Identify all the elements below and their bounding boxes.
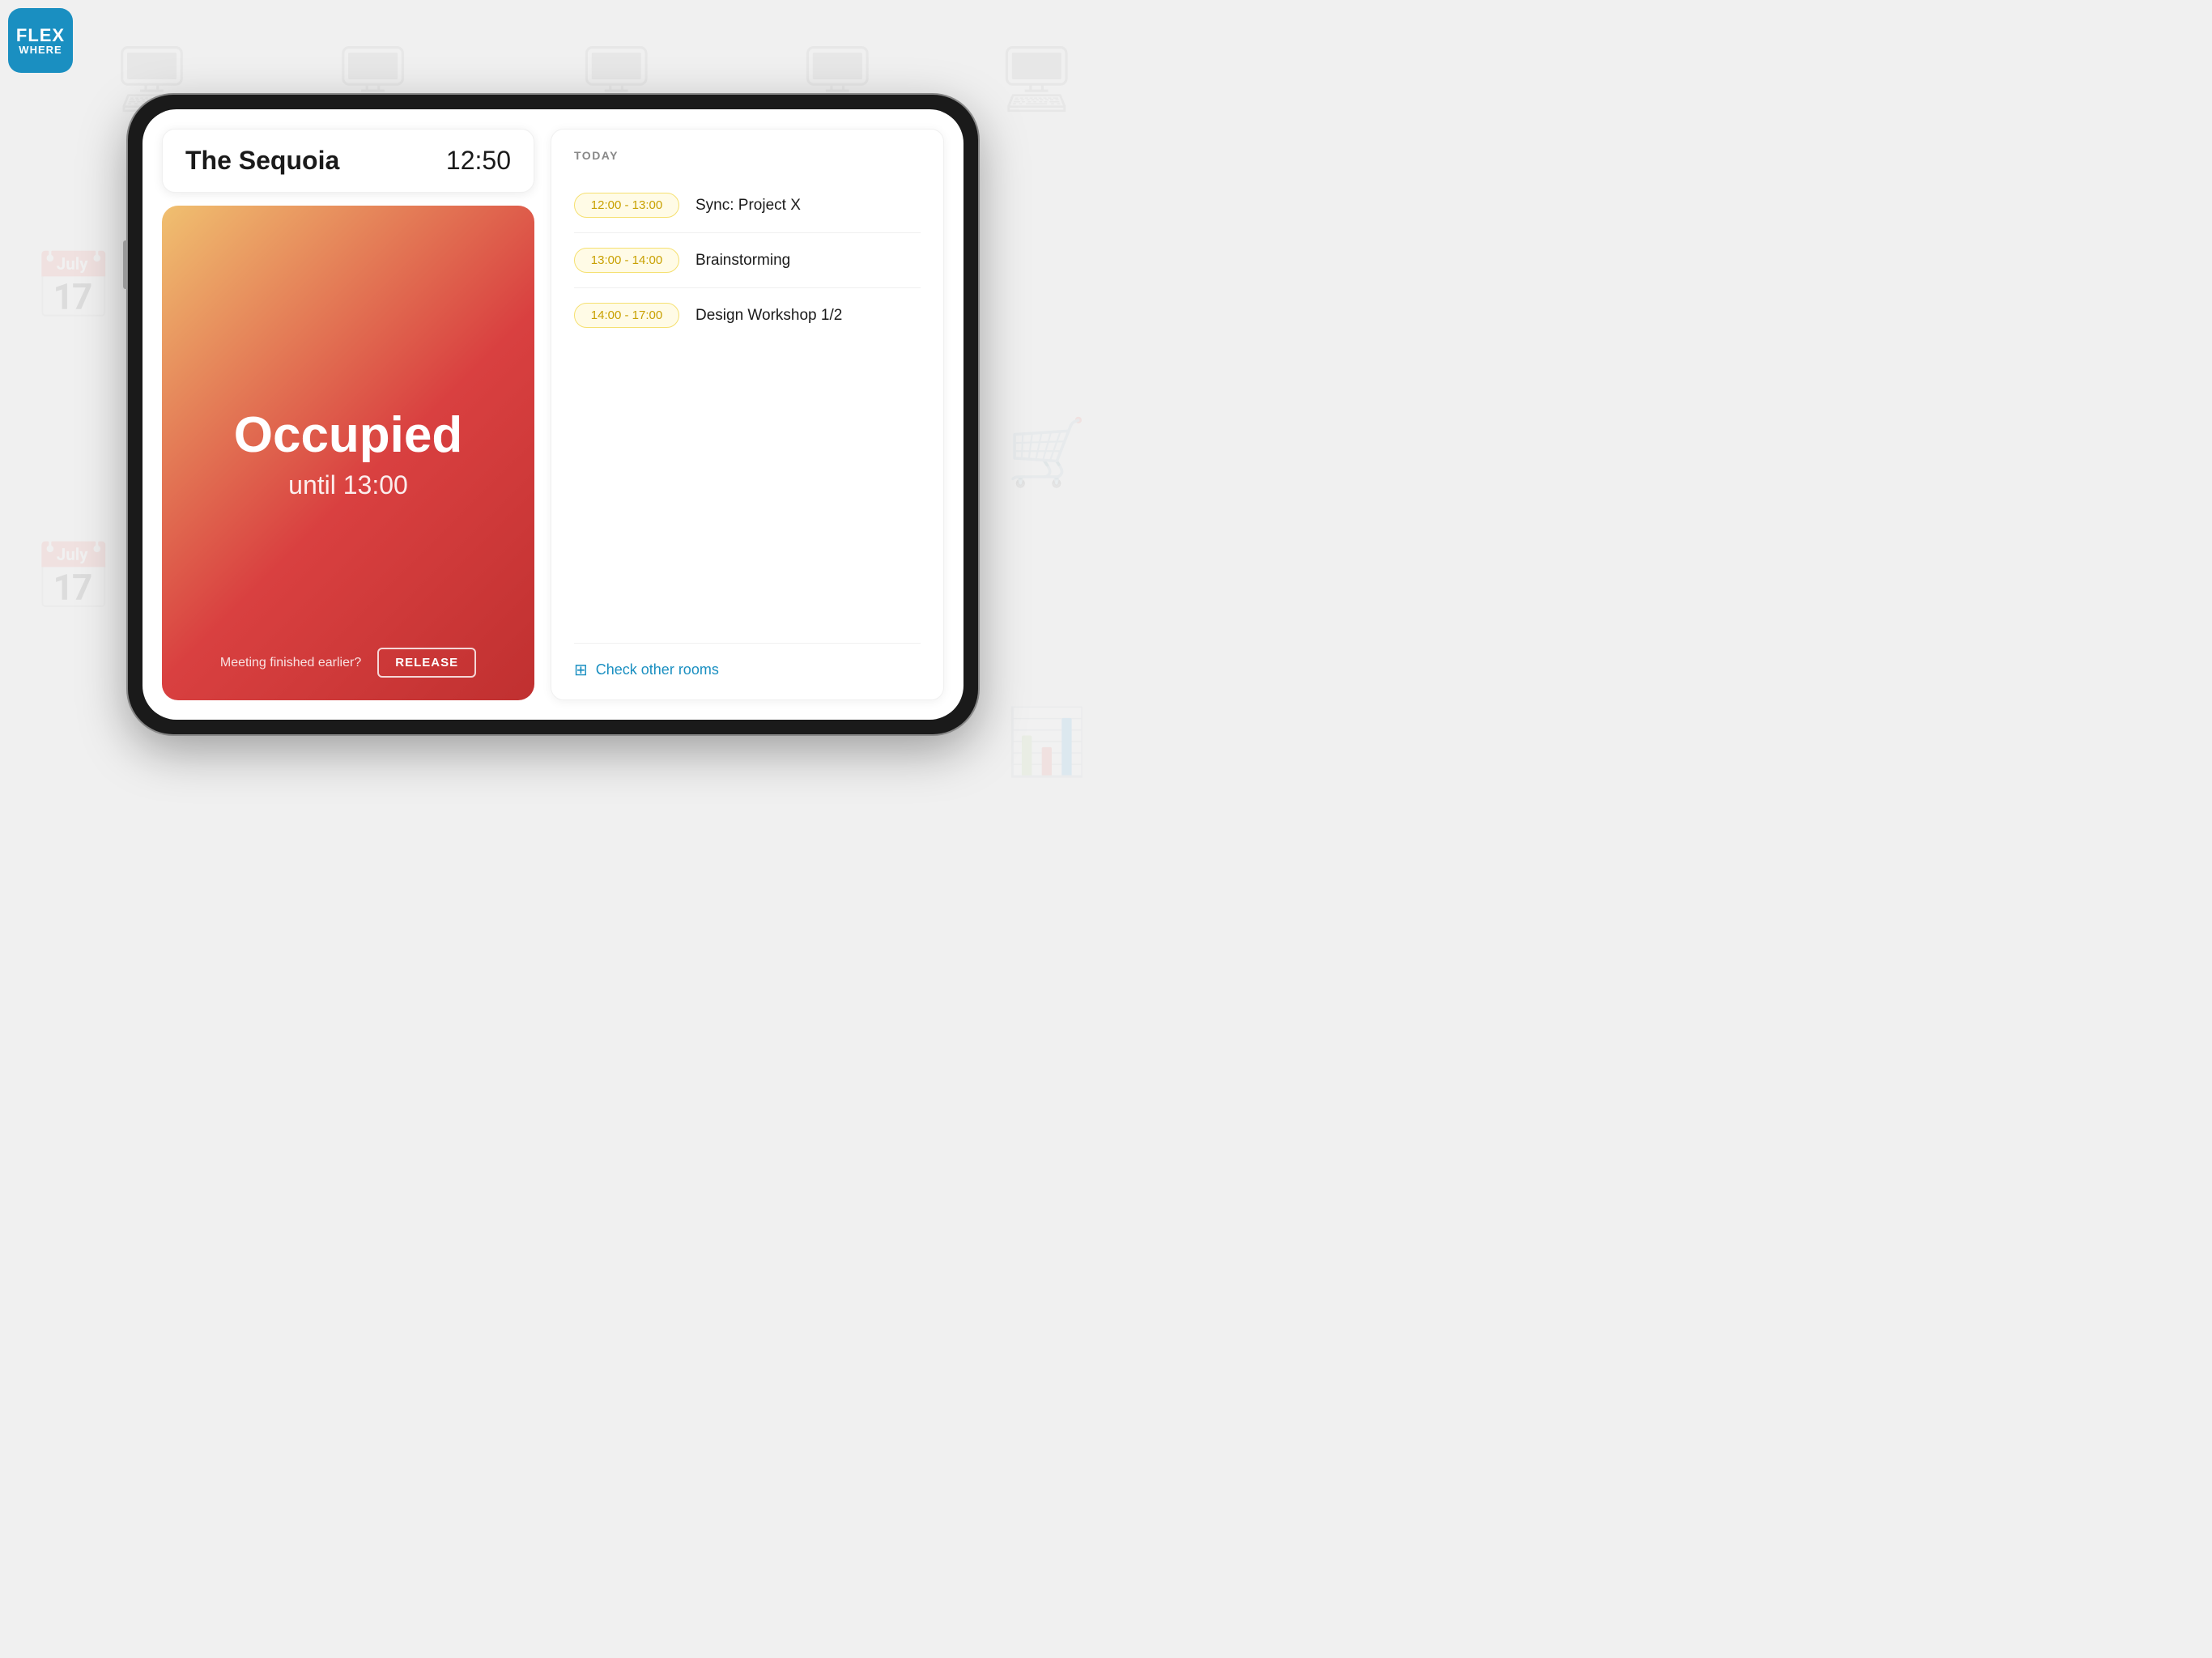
status-until: until 13:00 <box>288 470 408 500</box>
release-button[interactable]: RELEASE <box>377 648 476 678</box>
ipad-frame: The Sequoia 12:50 Occupied until 13:00 M… <box>128 95 978 734</box>
event-name-2: Brainstorming <box>696 252 790 270</box>
time-badge-2: 13:00 - 14:00 <box>574 248 679 273</box>
logo-flex-text: FLEX <box>16 27 65 45</box>
right-panel: TODAY 12:00 - 13:00 Sync: Project X 13:0… <box>551 129 944 700</box>
today-label: TODAY <box>574 149 921 162</box>
event-name-1: Sync: Project X <box>696 197 801 215</box>
status-title: Occupied <box>234 406 463 464</box>
header-bar: The Sequoia 12:50 <box>162 129 534 193</box>
check-rooms-label: Check other rooms <box>596 661 719 678</box>
left-panel: The Sequoia 12:50 Occupied until 13:00 M… <box>162 129 534 700</box>
release-question: Meeting finished earlier? <box>220 656 361 670</box>
logo-where-text: WHERE <box>19 45 62 55</box>
schedule-item-1: 12:00 - 13:00 Sync: Project X <box>574 178 921 233</box>
schedule-item-2: 13:00 - 14:00 Brainstorming <box>574 233 921 288</box>
room-name: The Sequoia <box>185 146 339 176</box>
schedule-item-3: 14:00 - 17:00 Design Workshop 1/2 <box>574 288 921 342</box>
time-badge-1: 12:00 - 13:00 <box>574 193 679 218</box>
current-time: 12:50 <box>446 146 511 176</box>
time-badge-3: 14:00 - 17:00 <box>574 303 679 328</box>
check-other-rooms-link[interactable]: ⊞ Check other rooms <box>574 643 921 680</box>
ipad-screen: The Sequoia 12:50 Occupied until 13:00 M… <box>143 109 963 720</box>
release-bar: Meeting finished earlier? RELEASE <box>162 648 534 678</box>
status-card: Occupied until 13:00 Meeting finished ea… <box>162 206 534 700</box>
app-content: The Sequoia 12:50 Occupied until 13:00 M… <box>143 109 963 720</box>
schedule-list: 12:00 - 13:00 Sync: Project X 13:00 - 14… <box>574 178 921 643</box>
flexwhere-logo: FLEX WHERE <box>8 8 73 73</box>
event-name-3: Design Workshop 1/2 <box>696 307 842 325</box>
check-rooms-icon: ⊞ <box>574 660 588 680</box>
